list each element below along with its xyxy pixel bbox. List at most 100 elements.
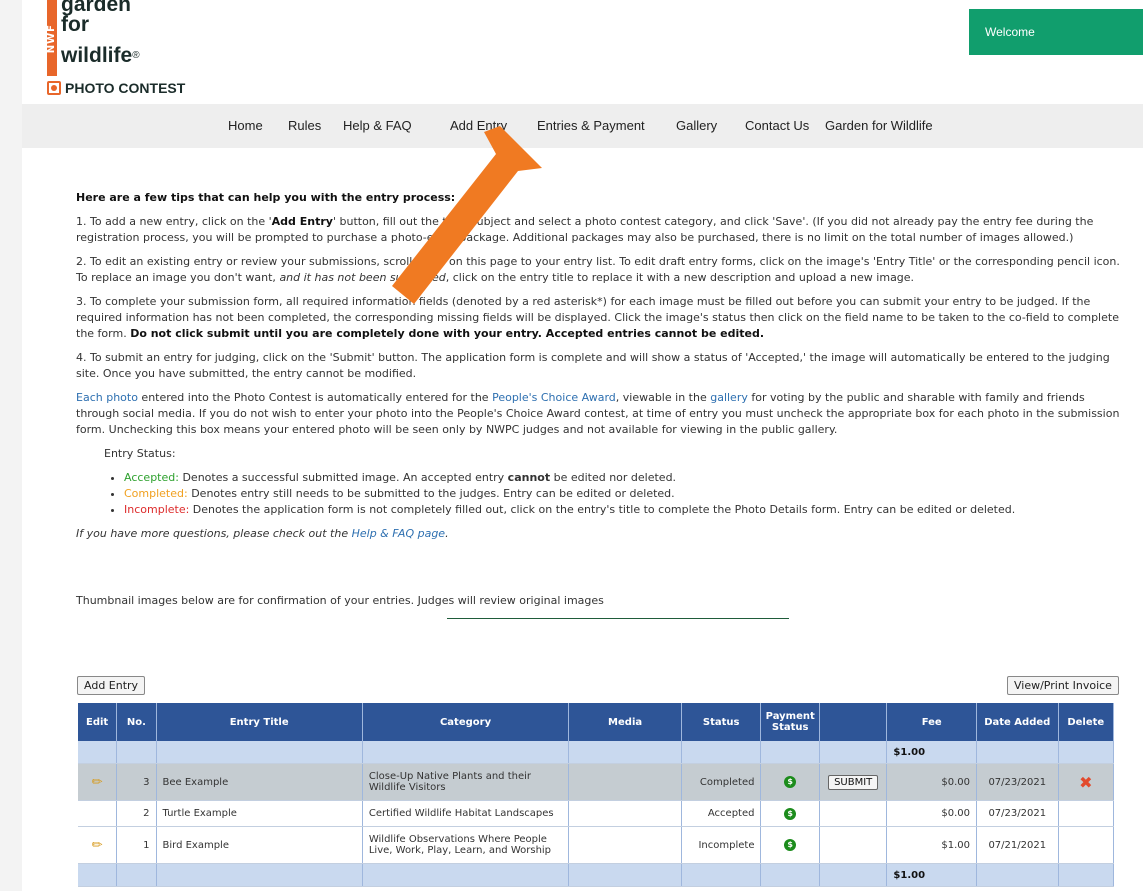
entry-date: 07/23/2021 xyxy=(976,800,1059,827)
submit-button[interactable]: SUBMIT xyxy=(828,774,879,790)
faq-text-b: . xyxy=(445,527,449,540)
entry-status-block: Entry Status: Accepted: Denotes a succes… xyxy=(104,446,1126,518)
status-list: Accepted: Denotes a successful submitted… xyxy=(104,470,1126,518)
logo-nwf: NWF xyxy=(46,24,57,54)
entry-status-heading: Entry Status: xyxy=(104,447,176,460)
col-edit: Edit xyxy=(78,703,118,741)
edit-empty xyxy=(78,800,118,827)
col-category: Category xyxy=(362,703,570,741)
nav-gallery[interactable]: Gallery xyxy=(676,118,717,133)
view-print-invoice-button[interactable]: View/Print Invoice xyxy=(1007,676,1119,695)
entry-title-link[interactable]: Bee Example xyxy=(156,763,363,801)
logo-line2: for xyxy=(61,13,89,36)
entry-category: Close-Up Native Plants and their Wildlif… xyxy=(362,763,570,801)
photo-contest-text: PHOTO CONTEST xyxy=(65,80,186,96)
submit-cell xyxy=(819,800,888,827)
faq-note: If you have more questions, please check… xyxy=(76,526,1126,542)
thumbnail-note: Thumbnail images below are for confirmat… xyxy=(76,594,604,607)
entry-category: Certified Wildlife Habitat Landscapes xyxy=(362,800,570,827)
site-logo[interactable]: NWF garden for wildlife® PHOTO CONTEST xyxy=(46,0,247,104)
delete-x-icon[interactable]: ✖ xyxy=(1058,763,1115,801)
bottom-total: $1.00 xyxy=(886,863,977,887)
entry-media xyxy=(568,763,682,801)
entry-media xyxy=(568,826,682,864)
status-accepted-text-a: Denotes a successful submitted image. An… xyxy=(178,471,508,484)
entry-title-link[interactable]: Turtle Example xyxy=(156,800,363,827)
nav-garden-for-wildlife[interactable]: Garden for Wildlife xyxy=(825,118,933,133)
nav-home[interactable]: Home xyxy=(228,118,263,133)
photo-contest-label: PHOTO CONTEST xyxy=(47,80,185,96)
tip-2: 2. To edit an existing entry or review y… xyxy=(76,254,1126,286)
entry-no: 1 xyxy=(116,826,157,864)
table-row[interactable]: ✏ 3 Bee Example Close-Up Native Plants a… xyxy=(78,763,1115,801)
logo-line3-text: wildlife xyxy=(61,44,133,67)
divider-line xyxy=(447,618,789,619)
nav-contact-us[interactable]: Contact Us xyxy=(745,118,809,133)
top-total-row: $1.00 xyxy=(78,741,1115,764)
entry-date: 07/23/2021 xyxy=(976,763,1059,801)
entry-media xyxy=(568,800,682,827)
each-photo-link[interactable]: Each photo xyxy=(76,391,138,404)
tip-add-entry-link[interactable]: Add Entry xyxy=(272,215,333,228)
payment-status-icon: $ xyxy=(760,826,820,864)
welcome-banner[interactable]: Welcome xyxy=(969,9,1143,55)
logo-line3: wildlife® xyxy=(61,45,140,66)
entry-category: Wildlife Observations Where People Live,… xyxy=(362,826,570,864)
col-payment-status: Payment Status xyxy=(760,703,820,741)
status-completed-item: Completed: Denotes entry still needs to … xyxy=(124,486,1126,502)
entry-title-link[interactable]: Bird Example xyxy=(156,826,363,864)
edit-pencil-icon[interactable]: ✏ xyxy=(78,763,118,801)
tip-1-text-a: 1. To add a new entry, click on the ' xyxy=(76,215,272,228)
col-action xyxy=(819,703,888,741)
add-entry-button[interactable]: Add Entry xyxy=(77,676,146,695)
col-fee: Fee xyxy=(886,703,977,741)
edit-pencil-icon[interactable]: ✏ xyxy=(78,826,118,864)
table-row[interactable]: 2 Turtle Example Certified Wildlife Habi… xyxy=(78,800,1115,827)
status-completed-label: Completed: xyxy=(124,487,188,500)
status-accepted-bold: cannot xyxy=(507,471,551,484)
tips-title: Here are a few tips that can help you wi… xyxy=(76,191,456,204)
submit-cell xyxy=(819,826,888,864)
entry-no: 3 xyxy=(116,763,157,801)
table-row[interactable]: ✏ 1 Bird Example Wildlife Observations W… xyxy=(78,826,1115,864)
tips-content: Here are a few tips that can help you wi… xyxy=(76,190,1126,550)
tip-3-bold: Do not click submit until you are comple… xyxy=(130,327,764,340)
page: NWF garden for wildlife® PHOTO CONTEST W… xyxy=(22,0,1143,891)
entry-status[interactable]: Incomplete xyxy=(681,826,762,864)
status-accepted-item: Accepted: Denotes a successful submitted… xyxy=(124,470,1126,486)
gallery-link[interactable]: gallery xyxy=(710,391,748,404)
pointer-arrow-icon xyxy=(392,126,542,304)
camera-icon xyxy=(47,81,61,95)
entry-status[interactable]: Completed xyxy=(681,763,762,801)
submit-cell: SUBMIT xyxy=(819,763,888,801)
payment-status-icon: $ xyxy=(760,763,820,801)
peoples-choice-note: Each photo entered into the Photo Contes… xyxy=(76,390,1126,438)
table-header-row: Edit No. Entry Title Category Media Stat… xyxy=(78,703,1115,741)
col-entry-title: Entry Title xyxy=(156,703,363,741)
pc-text-b: entered into the Photo Contest is automa… xyxy=(137,391,493,404)
tip-3: 3. To complete your submission form, all… xyxy=(76,294,1126,342)
peoples-choice-link[interactable]: People's Choice Award xyxy=(492,391,616,404)
payment-status-icon: $ xyxy=(760,800,820,827)
tip-1: 1. To add a new entry, click on the 'Add… xyxy=(76,214,1126,246)
main-nav: Home Rules Help & FAQ Add Entry Entries … xyxy=(22,104,1143,148)
status-incomplete-label: Incomplete: xyxy=(124,503,190,516)
status-incomplete-text: Denotes the application form is not comp… xyxy=(189,503,1016,516)
delete-empty xyxy=(1058,826,1115,864)
tip-4: 4. To submit an entry for judging, click… xyxy=(76,351,1110,380)
pc-text-d: , viewable in the xyxy=(615,391,711,404)
entry-fee: $0.00 xyxy=(886,800,977,827)
faq-text-a: If you have more questions, please check… xyxy=(76,527,352,540)
entry-no: 2 xyxy=(116,800,157,827)
status-accepted-label: Accepted: xyxy=(124,471,179,484)
top-total: $1.00 xyxy=(886,741,977,764)
status-completed-text: Denotes entry still needs to be submitte… xyxy=(187,487,675,500)
logo-reg: ® xyxy=(132,50,140,61)
col-delete: Delete xyxy=(1058,703,1115,741)
nav-rules[interactable]: Rules xyxy=(288,118,321,133)
help-faq-link[interactable]: Help & FAQ page xyxy=(352,527,445,540)
entry-fee: $0.00 xyxy=(886,763,977,801)
status-incomplete-item: Incomplete: Denotes the application form… xyxy=(124,502,1126,518)
entry-status: Accepted xyxy=(681,800,762,827)
status-accepted-text-b: be edited nor deleted. xyxy=(550,471,677,484)
